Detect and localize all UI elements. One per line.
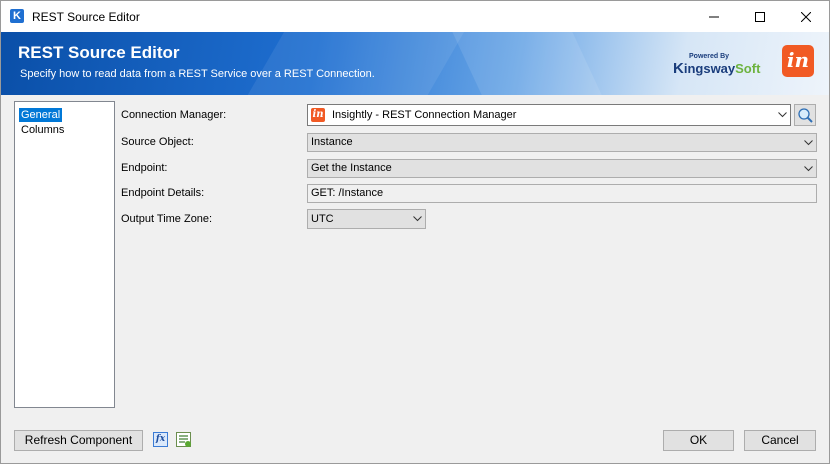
endpoint-details-value: GET: /Instance — [311, 187, 384, 199]
fx-expression-icon[interactable]: fx — [153, 432, 168, 447]
close-button[interactable] — [783, 1, 829, 32]
minimize-icon — [709, 16, 719, 17]
close-icon — [801, 11, 811, 22]
powered-by-text: Powered By — [689, 53, 730, 60]
connection-manager-label: Connection Manager: — [121, 109, 227, 121]
output-time-zone-label: Output Time Zone: — [121, 213, 213, 225]
chevron-down-icon — [778, 105, 787, 125]
search-icon — [798, 108, 813, 123]
refresh-component-button[interactable]: Refresh Component — [14, 430, 143, 451]
kingswaysoft-logo: Powered By KingswaySoft — [673, 53, 763, 79]
browse-connection-button[interactable] — [794, 104, 816, 126]
banner-title: REST Source Editor — [18, 43, 180, 62]
minimize-button[interactable] — [691, 1, 737, 32]
banner-subtitle: Specify how to read data from a REST Ser… — [20, 68, 375, 80]
window-title: REST Source Editor — [32, 10, 140, 24]
endpoint-value: Get the Instance — [311, 162, 392, 174]
chevron-down-icon — [804, 134, 813, 151]
endpoint-details-label: Endpoint Details: — [121, 187, 205, 199]
connection-manager-select[interactable]: in Insightly - REST Connection Manager — [307, 104, 791, 126]
vendor-name: KingswaySoft — [673, 60, 761, 77]
ok-button[interactable]: OK — [663, 430, 734, 451]
maximize-icon — [755, 11, 765, 22]
chevron-down-icon — [804, 160, 813, 177]
output-time-zone-select[interactable]: UTC — [307, 209, 426, 229]
insightly-connection-icon: in — [311, 108, 325, 122]
output-time-zone-value: UTC — [311, 213, 334, 225]
header-banner: REST Source Editor Specify how to read d… — [1, 32, 829, 95]
endpoint-label: Endpoint: — [121, 162, 168, 174]
source-object-select[interactable]: Instance — [307, 133, 817, 152]
chevron-down-icon — [413, 210, 422, 228]
insightly-logo: in — [782, 45, 814, 77]
page-nav-list: General Columns — [14, 101, 115, 408]
source-object-label: Source Object: — [121, 136, 194, 148]
kingswaysoft-app-icon: K — [10, 9, 24, 23]
rest-source-editor-window: K REST Source Editor REST Source Editor … — [0, 0, 830, 464]
title-bar: K REST Source Editor — [1, 1, 829, 32]
nav-item-general[interactable]: General — [19, 108, 63, 122]
cancel-button[interactable]: Cancel — [744, 430, 816, 451]
maximize-button[interactable] — [737, 1, 783, 32]
nav-item-columns[interactable]: Columns — [19, 123, 66, 137]
endpoint-details-field[interactable]: GET: /Instance — [307, 184, 817, 203]
endpoint-select[interactable]: Get the Instance — [307, 159, 817, 178]
column-list-icon[interactable] — [176, 432, 192, 448]
source-object-value: Instance — [311, 136, 353, 148]
connection-manager-value: Insightly - REST Connection Manager — [332, 109, 517, 121]
